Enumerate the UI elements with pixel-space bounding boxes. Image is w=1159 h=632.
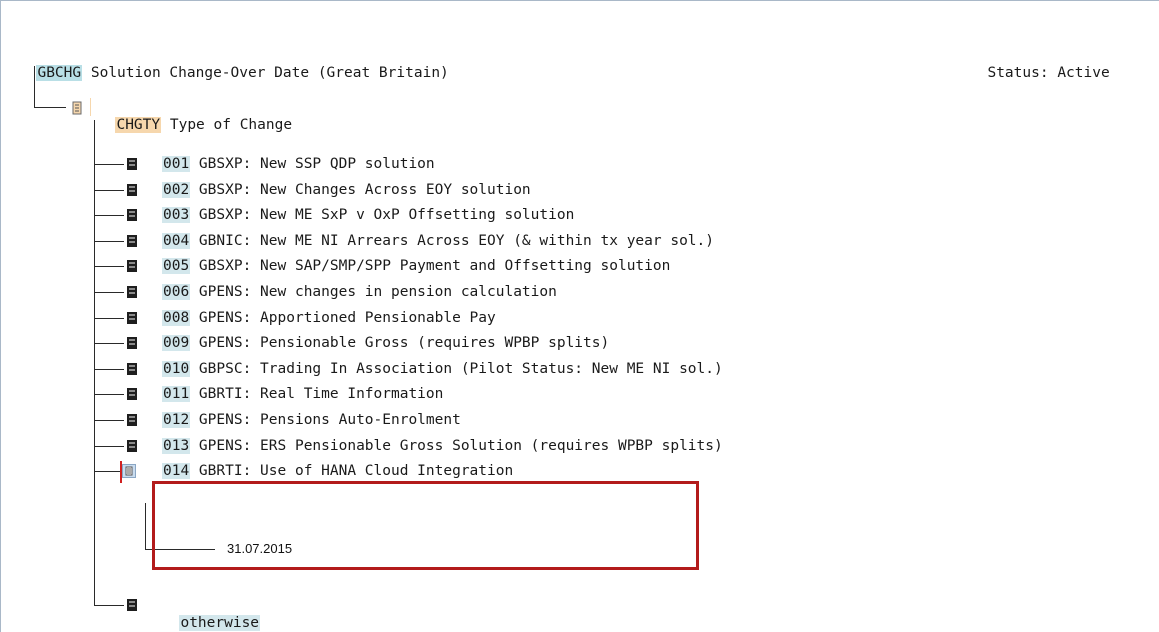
connector-line	[94, 215, 124, 216]
connector-line	[34, 107, 66, 108]
node-separator	[90, 98, 91, 116]
connector-line	[94, 343, 124, 344]
option-row[interactable]: 004 GBNIC: New ME NI Arrears Across EOY …	[162, 232, 714, 250]
connector-line	[94, 120, 95, 606]
option-text: GPENS: Apportioned Pensionable Pay	[190, 310, 496, 326]
option-row[interactable]: 014 GBRTI: Use of HANA Cloud Integration	[162, 462, 513, 480]
root-key[interactable]: GBCHG	[36, 65, 83, 81]
connector-line	[94, 446, 124, 447]
status-indicator: Status: Active	[970, 46, 1110, 82]
value-node-icon	[127, 414, 137, 426]
connector-line	[94, 318, 124, 319]
option-row[interactable]: 008 GPENS: Apportioned Pensionable Pay	[162, 309, 496, 327]
option-code[interactable]: 004	[162, 233, 191, 249]
value-node-icon	[127, 158, 137, 170]
connector-line	[94, 266, 124, 267]
option-code[interactable]: 008	[162, 310, 191, 326]
value-node-icon	[127, 209, 137, 221]
otherwise-key[interactable]: otherwise	[179, 615, 261, 631]
option-row[interactable]: 010 GBPSC: Trading In Association (Pilot…	[162, 360, 723, 378]
connector-line	[94, 164, 124, 165]
option-row[interactable]: 012 GPENS: Pensions Auto-Enrolment	[162, 411, 461, 429]
selection-marker	[120, 461, 122, 483]
connector-line	[94, 394, 124, 395]
option-text: GBRTI: Real Time Information	[190, 386, 444, 402]
option-row[interactable]: 009 GPENS: Pensionable Gross (requires W…	[162, 334, 609, 352]
status-value: Active	[1057, 65, 1110, 81]
option-code[interactable]: 002	[162, 182, 191, 198]
option-text: GBSXP: New ME SxP v OxP Offsetting solut…	[190, 207, 575, 223]
connector-line	[94, 605, 124, 606]
value-node-icon	[127, 235, 137, 247]
selected-node-icon	[122, 464, 136, 478]
option-code[interactable]: 013	[162, 438, 191, 454]
decision-table-icon	[72, 101, 82, 115]
value-node-icon	[127, 312, 137, 324]
option-row[interactable]: 001 GBSXP: New SSP QDP solution	[162, 155, 435, 173]
connector-line	[94, 420, 124, 421]
option-row[interactable]: 011 GBRTI: Real Time Information	[162, 385, 443, 403]
option-code[interactable]: 010	[162, 361, 191, 377]
option-code[interactable]: 012	[162, 412, 191, 428]
option-text: GPENS: Pensionable Gross (requires WPBP …	[190, 335, 610, 351]
option-code[interactable]: 003	[162, 207, 191, 223]
connector-line	[94, 292, 124, 293]
option-code[interactable]: 009	[162, 335, 191, 351]
connector-line	[94, 190, 124, 191]
option-text: GPENS: New changes in pension calculatio…	[190, 284, 557, 300]
option-text: GBNIC: New ME NI Arrears Across EOY (& w…	[190, 233, 714, 249]
option-text: GBSXP: New Changes Across EOY solution	[190, 182, 531, 198]
option-text: GBSXP: New SAP/SMP/SPP Payment and Offse…	[190, 258, 671, 274]
value-node-icon	[127, 388, 137, 400]
option-row[interactable]: 003 GBSXP: New ME SxP v OxP Offsetting s…	[162, 206, 574, 224]
value-node-icon	[127, 599, 137, 611]
option-text: GBPSC: Trading In Association (Pilot Sta…	[190, 361, 723, 377]
connector-line	[94, 241, 124, 242]
option-code[interactable]: 001	[162, 156, 191, 172]
option-row[interactable]: 013 GPENS: ERS Pensionable Gross Solutio…	[162, 437, 723, 455]
connector-line	[94, 471, 120, 472]
value-node-icon	[127, 286, 137, 298]
root-node[interactable]: GBCHG Solution Change-Over Date (Great B…	[19, 46, 449, 82]
option-code[interactable]: 006	[162, 284, 191, 300]
connector-line	[145, 503, 146, 550]
root-text: Solution Change-Over Date (Great Britain…	[82, 65, 449, 81]
option-row[interactable]: 006 GPENS: New changes in pension calcul…	[162, 283, 557, 301]
option-text: GPENS: ERS Pensionable Gross Solution (r…	[190, 438, 723, 454]
value-node-icon	[127, 363, 137, 375]
chgty-key[interactable]: CHGTY	[115, 117, 162, 133]
otherwise-node[interactable]: otherwise	[162, 596, 261, 632]
highlight-box	[152, 481, 699, 570]
value-node-icon	[127, 337, 137, 349]
status-label: Status:	[987, 65, 1049, 81]
option-text: GBSXP: New SSP QDP solution	[190, 156, 435, 172]
option-code[interactable]: 005	[162, 258, 191, 274]
connector-line	[34, 66, 35, 108]
option-text: GPENS: Pensions Auto-Enrolment	[190, 412, 461, 428]
value-node-icon	[127, 440, 137, 452]
option-row[interactable]: 005 GBSXP: New SAP/SMP/SPP Payment and O…	[162, 257, 670, 275]
chgty-node[interactable]: CHGTY Type of Change	[98, 98, 292, 134]
option-code[interactable]: 014	[162, 463, 191, 479]
option-text: GBRTI: Use of HANA Cloud Integration	[190, 463, 514, 479]
chgty-text: Type of Change	[161, 117, 293, 133]
value-node-icon	[127, 184, 137, 196]
option-row[interactable]: 002 GBSXP: New Changes Across EOY soluti…	[162, 181, 531, 199]
option-code[interactable]: 011	[162, 386, 191, 402]
value-node-icon	[127, 260, 137, 272]
connector-line	[94, 369, 124, 370]
